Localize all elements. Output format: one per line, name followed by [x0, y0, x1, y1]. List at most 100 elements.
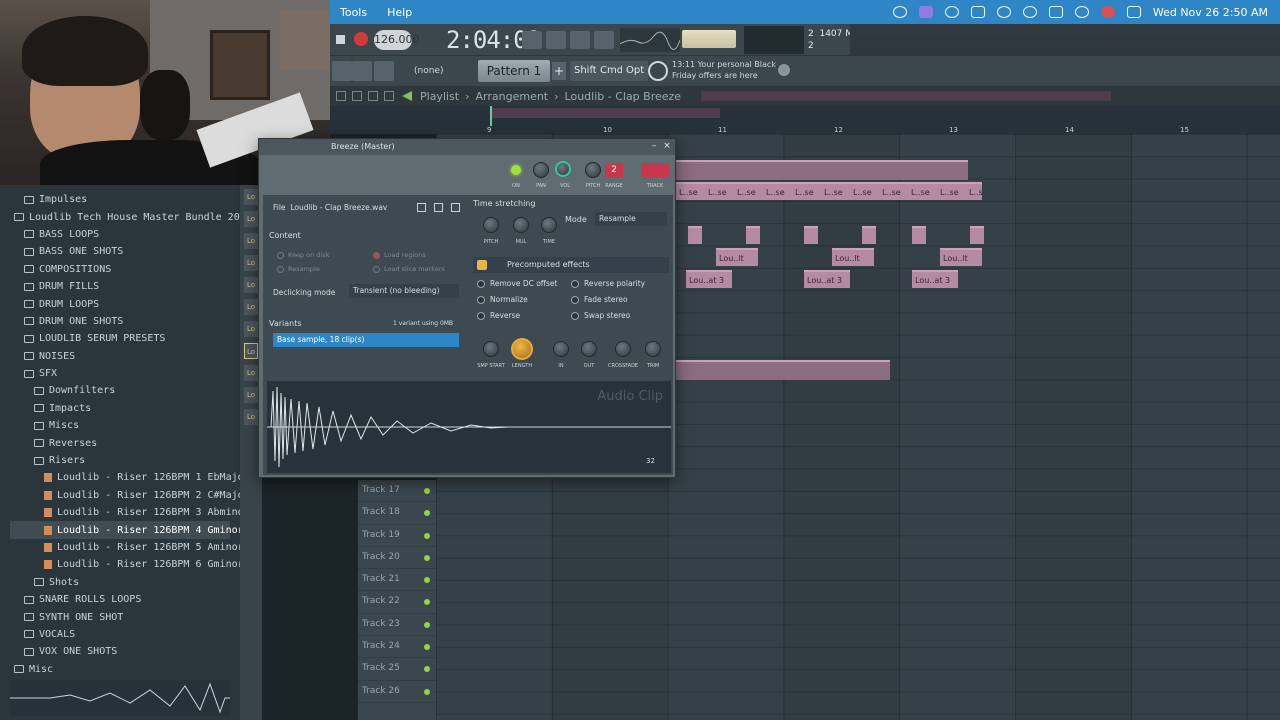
step-edit-icon[interactable] — [546, 31, 566, 49]
audio-clip[interactable] — [804, 226, 818, 244]
channel-chip[interactable]: Lo — [244, 211, 258, 227]
browser-folder-item[interactable]: DRUM ONE SHOTS — [10, 313, 230, 330]
channel-chip[interactable]: Lo — [244, 321, 258, 337]
audio-clip[interactable]: Lou..at 3 — [912, 270, 958, 288]
browser-folder-item[interactable]: SNARE ROLLS LOOPS — [10, 591, 230, 608]
microphone-icon[interactable] — [374, 61, 394, 81]
track-header[interactable]: Track 19 — [358, 525, 436, 547]
playlist-magnet-icon[interactable] — [384, 91, 394, 101]
audio-clip[interactable] — [688, 226, 702, 244]
metronome-icon[interactable] — [594, 31, 614, 49]
audio-clip[interactable]: Lou..lt — [716, 248, 758, 266]
channel-rack-icon[interactable] — [352, 61, 372, 81]
volume-knob[interactable] — [555, 161, 571, 177]
audio-clip[interactable]: Lou..at 3 — [686, 270, 732, 288]
browser-folder-item[interactable]: COMPOSITIONS — [10, 261, 230, 278]
menubar-clock[interactable]: Wed Nov 26 2:50 AM — [1153, 6, 1268, 19]
audio-clip[interactable]: L..se — [763, 182, 792, 200]
mixer-track-selector[interactable] — [641, 163, 669, 177]
audio-clip[interactable]: L..se — [734, 182, 763, 200]
variant-list-item[interactable]: Base sample, 18 clip(s) — [273, 333, 459, 347]
pitch-range-value[interactable]: 2 — [605, 163, 623, 177]
channel-chip[interactable]: Lo — [244, 365, 258, 381]
browser-folder-item[interactable]: NOISES — [10, 348, 230, 365]
track-header[interactable]: Track 18 — [358, 502, 436, 525]
audio-clip[interactable]: L..se — [966, 182, 982, 200]
snap-select[interactable]: (none) — [410, 62, 460, 80]
resample-option[interactable]: Resample — [277, 265, 320, 273]
play-icon[interactable] — [996, 6, 1011, 18]
browser-folder-item[interactable]: BASS ONE SHOTS — [10, 243, 230, 260]
browser-folder-item[interactable]: Misc — [10, 661, 230, 678]
news-ticker[interactable]: 13:11 Your personal Black Friday offers … — [672, 59, 782, 81]
ts-time-knob[interactable] — [541, 217, 557, 233]
browser-folder-item[interactable]: Impulses — [10, 191, 230, 208]
record-button[interactable] — [354, 32, 368, 46]
news-icon[interactable] — [648, 61, 668, 81]
channel-chip[interactable]: Lo — [244, 299, 258, 315]
channel-on-led[interactable] — [511, 165, 521, 175]
close-icon[interactable]: × — [662, 141, 672, 151]
pan-knob[interactable] — [533, 162, 549, 178]
audio-clip[interactable]: Lou..lt — [832, 248, 874, 266]
track-mute-led[interactable] — [424, 621, 430, 628]
track-mute-led[interactable] — [424, 599, 430, 606]
sample-waveform[interactable]: Audio Clip 32 — [267, 381, 671, 473]
declicking-select[interactable]: Transient (no bleeding) — [349, 284, 459, 298]
browser-folder-item[interactable]: Shots — [10, 574, 230, 591]
playlist-arrows-icon[interactable] — [352, 91, 362, 101]
track-mute-led[interactable] — [424, 488, 430, 494]
audio-clip[interactable]: Lou..lt — [940, 248, 982, 266]
audio-clip[interactable]: L..se — [676, 182, 705, 200]
playlist-pattern-name[interactable]: Loudlib - Clap Breeze — [565, 90, 682, 103]
track-mute-led[interactable] — [424, 554, 430, 561]
menu-tools[interactable]: Tools — [330, 6, 377, 19]
playlist-timeline[interactable]: 9 10 11 12 13 14 15 — [330, 106, 1280, 134]
trim-knob[interactable] — [645, 341, 661, 357]
pitch-knob[interactable] — [585, 162, 601, 178]
audio-clip[interactable]: L..se — [821, 182, 850, 200]
track-mute-led[interactable] — [424, 644, 430, 651]
audio-clip[interactable]: L..se — [937, 182, 966, 200]
playlist-scrollbar[interactable] — [701, 91, 1112, 101]
audio-clip[interactable] — [912, 226, 926, 244]
wifi-icon[interactable] — [1022, 6, 1037, 18]
track-header[interactable]: Track 22 — [358, 591, 436, 614]
wrench-icon[interactable] — [477, 260, 487, 270]
browser-folder-item[interactable]: SYNTH ONE SHOT — [10, 608, 230, 625]
opt-key-button[interactable]: Opt — [622, 61, 649, 81]
browser-folder-item[interactable]: Miscs — [10, 417, 230, 434]
pattern-selector[interactable]: Pattern 1 — [478, 60, 550, 82]
typing-keyboard-icon[interactable] — [522, 31, 542, 49]
track-mute-led[interactable] — [424, 532, 430, 539]
playlist-arrangement[interactable]: Arrangement — [476, 90, 549, 103]
browser-file-item[interactable]: Loudlib - Riser 126BPM 1 EbMajor — [10, 469, 250, 486]
fade-in-knob[interactable] — [553, 341, 569, 357]
screen-record-icon[interactable] — [918, 6, 933, 18]
fade-out-knob[interactable] — [581, 341, 597, 357]
audio-clip[interactable]: L..se — [879, 182, 908, 200]
channel-chip[interactable]: Lo — [244, 255, 258, 271]
browser-folder-item[interactable]: Impacts — [10, 400, 230, 417]
browser-file-item[interactable]: Loudlib - Riser 126BPM 6 Gminor — [10, 556, 244, 573]
audio-clip[interactable]: Lou..at 3 — [804, 270, 850, 288]
audio-clip-window-title[interactable]: Breeze (Master) — [259, 139, 675, 155]
minimize-icon[interactable]: – — [649, 141, 659, 151]
browser-folder-item[interactable]: Reverses — [10, 434, 230, 451]
load-regions-option[interactable]: Load regions — [373, 251, 426, 259]
battery-icon[interactable] — [1048, 6, 1063, 18]
channel-chip[interactable]: Lo — [244, 189, 258, 205]
channel-chip[interactable]: Lo — [244, 277, 258, 293]
add-pattern-button[interactable]: + — [552, 62, 566, 80]
eye-icon[interactable] — [944, 6, 959, 18]
channel-chip[interactable]: Lo — [244, 343, 258, 359]
reverse-option[interactable]: Reverse — [477, 311, 520, 320]
track-mute-led[interactable] — [424, 666, 430, 673]
zoom-value[interactable]: 32 — [646, 457, 655, 465]
browser-folder-item[interactable]: Risers — [10, 452, 230, 469]
sample-start-knob[interactable] — [483, 341, 499, 357]
menu-help[interactable]: Help — [377, 6, 422, 19]
crossfade-knob[interactable] — [615, 341, 631, 357]
siri-icon[interactable] — [1100, 6, 1115, 18]
track-header[interactable]: Track 20 — [358, 547, 436, 570]
